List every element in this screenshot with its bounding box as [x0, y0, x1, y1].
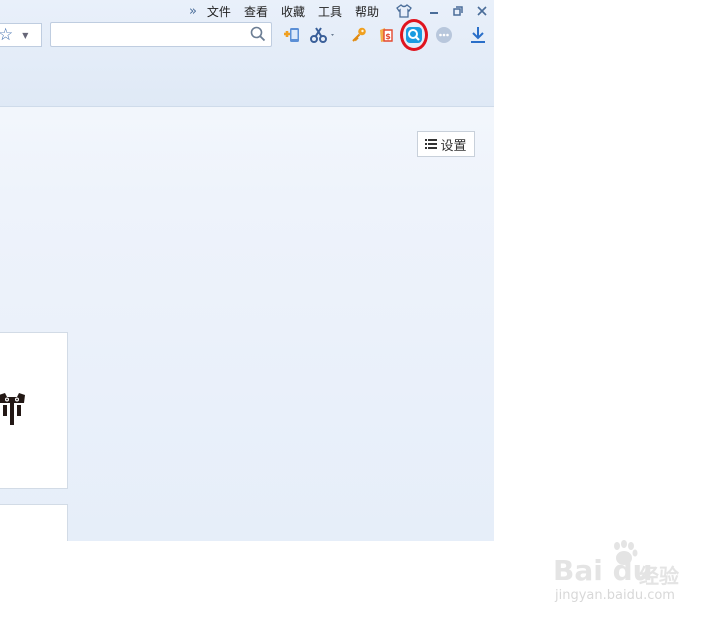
- browser-chrome: » 文件 查看 收藏 工具 帮助 ☆ ▼ $: [0, 0, 494, 107]
- star-icon: ☆: [0, 24, 14, 45]
- list-icon: [425, 139, 438, 149]
- tshirt-icon: [396, 4, 412, 18]
- menu-tools[interactable]: 工具: [318, 3, 342, 20]
- menu-overflow-button[interactable]: »: [185, 4, 201, 19]
- menu-view[interactable]: 查看: [244, 3, 268, 20]
- site-tile[interactable]: [0, 504, 68, 541]
- close-button[interactable]: [470, 2, 494, 20]
- settings-label: 设置: [440, 138, 467, 154]
- add-to-desktop-icon: [284, 28, 299, 42]
- watermark-logo: Bai du: [553, 554, 653, 587]
- baidu-jingyan-watermark: Bai du 经验 jingyan.baidu.com: [553, 540, 693, 610]
- screenshot-scissors-icon: [310, 27, 334, 43]
- search-icon[interactable]: [250, 26, 266, 45]
- close-icon: [477, 6, 487, 16]
- restore-button[interactable]: [446, 2, 470, 20]
- red-packet-icon: $: [380, 28, 393, 42]
- download-icon: [471, 27, 485, 43]
- watermark-cn: 经验: [639, 564, 679, 588]
- menu-file[interactable]: 文件: [207, 3, 231, 20]
- add-to-desktop-button[interactable]: [281, 24, 303, 46]
- search-input[interactable]: [55, 25, 249, 45]
- watermark-url: jingyan.baidu.com: [555, 588, 675, 603]
- menu-help[interactable]: 帮助: [355, 3, 379, 20]
- menu-bar: » 文件 查看 收藏 工具 帮助: [185, 2, 494, 20]
- key-icon: [352, 27, 366, 42]
- password-manager-button[interactable]: [348, 24, 370, 46]
- chevron-down-icon: ▼: [22, 30, 29, 40]
- browser-window: » 文件 查看 收藏 工具 帮助 ☆ ▼ $ 设置: [0, 0, 494, 541]
- settings-button[interactable]: 设置: [417, 131, 475, 157]
- highlight-annotation-ring: [400, 19, 428, 51]
- svg-text:$: $: [385, 32, 391, 41]
- menu-favorites[interactable]: 收藏: [281, 3, 305, 20]
- more-options-icon: [436, 27, 452, 43]
- favorites-dropdown[interactable]: ☆ ▼: [0, 23, 42, 47]
- more-options-button[interactable]: [433, 24, 455, 46]
- download-button[interactable]: [467, 24, 489, 46]
- site-tile-tmall[interactable]: [0, 332, 68, 489]
- tmall-cat-logo-icon: [0, 393, 25, 425]
- screenshot-button[interactable]: [309, 24, 337, 46]
- restore-icon: [453, 6, 463, 16]
- red-packet-button[interactable]: $: [375, 24, 397, 46]
- minimize-icon: [430, 12, 438, 14]
- minimize-button[interactable]: [422, 2, 446, 20]
- search-box[interactable]: [50, 22, 272, 47]
- skin-button[interactable]: [392, 2, 416, 20]
